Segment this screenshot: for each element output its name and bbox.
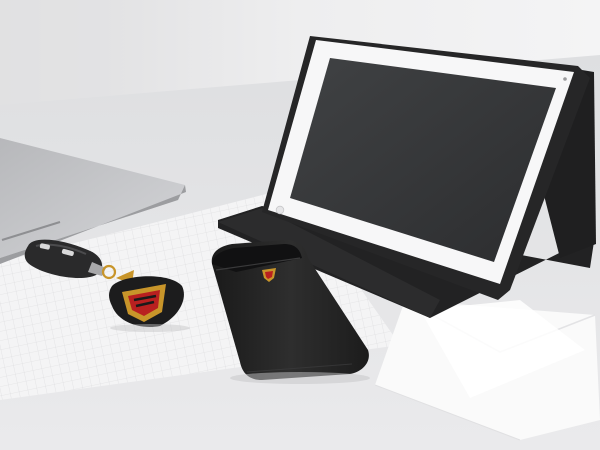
camera-dot: [563, 77, 567, 81]
home-button: [275, 205, 285, 215]
keychain-shadow: [110, 324, 190, 332]
product-photo: [0, 0, 600, 450]
sleeve-shadow: [230, 372, 370, 384]
photo-canvas: [0, 0, 600, 450]
window-light: [0, 0, 120, 110]
